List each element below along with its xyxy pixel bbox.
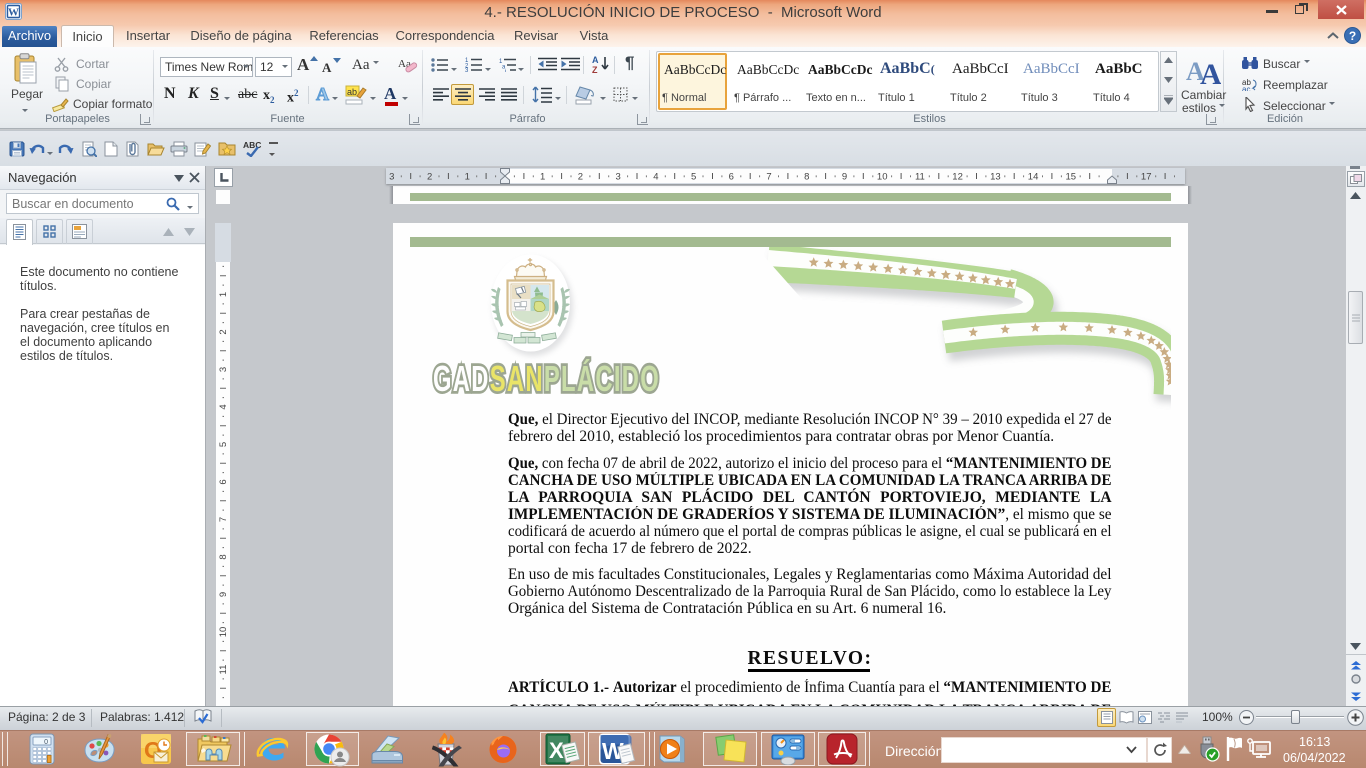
svg-text:4: 4 [218,404,229,409]
svg-text:X: X [549,738,564,763]
svg-text:A: A [592,55,599,65]
svg-text:2: 2 [427,172,432,183]
svg-text:6: 6 [729,172,734,183]
svg-text:17: 17 [1141,172,1152,183]
svg-text:14: 14 [1028,172,1039,183]
svg-text:3: 3 [389,172,394,183]
svg-text:5: 5 [218,442,229,447]
svg-text:11: 11 [915,172,925,183]
svg-text:7: 7 [218,517,229,522]
svg-text:ABC: ABC [243,140,261,150]
svg-text:5: 5 [691,172,696,183]
svg-text:ac: ac [1242,85,1250,91]
svg-text:10: 10 [877,172,888,183]
svg-text:8: 8 [804,172,809,183]
svg-text:11: 11 [218,665,229,675]
svg-text:ab: ab [347,87,357,97]
svg-text:8: 8 [218,554,229,559]
svg-text:0: 0 [44,739,48,746]
svg-text:2: 2 [218,329,229,334]
svg-text:3: 3 [616,172,621,183]
svg-text:Z: Z [592,65,598,74]
svg-text:9: 9 [218,592,229,597]
svg-text:1: 1 [465,172,470,183]
svg-text:1: 1 [218,292,229,297]
svg-text:4: 4 [653,172,658,183]
svg-text:6: 6 [218,479,229,484]
svg-text:3: 3 [465,68,469,72]
svg-text:15: 15 [1066,172,1077,183]
svg-text:W: W [8,7,19,19]
svg-text:2: 2 [578,172,583,183]
svg-text:i: i [505,70,506,73]
svg-text:1: 1 [540,172,545,183]
svg-text:3: 3 [218,367,229,372]
svg-text:?: ? [1349,29,1356,43]
svg-text:10: 10 [218,627,229,638]
svg-text:7: 7 [766,172,771,183]
svg-text:13: 13 [990,172,1001,183]
svg-text:12: 12 [952,172,963,183]
svg-text:9: 9 [842,172,847,183]
svg-text:A: A [1200,58,1221,86]
